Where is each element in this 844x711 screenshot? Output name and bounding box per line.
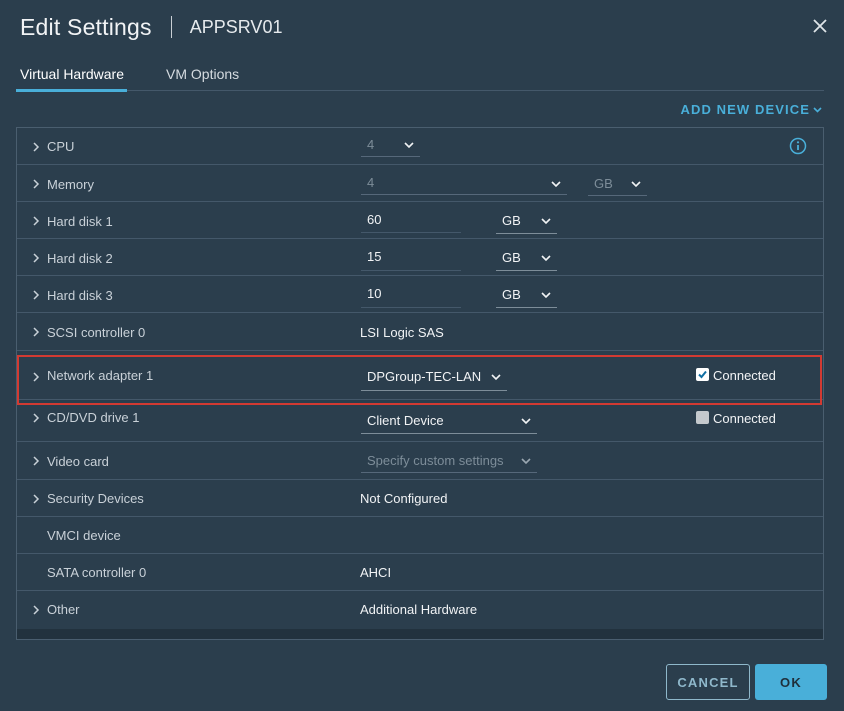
hard-disk-2-unit-select[interactable]: GB xyxy=(496,250,557,271)
hard-disk-1-size-input[interactable]: 60 xyxy=(361,212,461,233)
memory-unit: GB xyxy=(594,176,613,191)
video-card-value: Specify custom settings xyxy=(367,453,504,468)
expand-chevron-icon[interactable] xyxy=(32,494,41,504)
expand-chevron-icon[interactable] xyxy=(32,216,41,226)
hard-disk-2-size: 15 xyxy=(367,249,382,264)
row-network-adapter: Network adapter 1 DPGroup-TEC-LAN Connec… xyxy=(17,351,823,400)
chevron-down-icon xyxy=(491,374,501,381)
cd-dvd-connected-label: Connected xyxy=(713,411,776,426)
dialog-title: Edit Settings xyxy=(20,13,152,40)
expand-chevron-icon[interactable] xyxy=(32,290,41,300)
video-card-select[interactable]: Specify custom settings xyxy=(361,453,537,473)
row-hard-disk-1: Hard disk 1 60 GB xyxy=(17,202,823,239)
cd-dvd-value: Client Device xyxy=(367,413,444,428)
memory-unit-select[interactable]: GB xyxy=(588,176,647,196)
row-hard-disk-2: Hard disk 2 15 GB xyxy=(17,239,823,276)
cd-dvd-drive-label: CD/DVD drive 1 xyxy=(47,410,140,425)
row-sata-controller: SATA controller 0 AHCI xyxy=(17,554,823,591)
expand-chevron-icon[interactable] xyxy=(32,142,41,152)
security-devices-value: Not Configured xyxy=(360,491,448,506)
expand-chevron-icon[interactable] xyxy=(32,456,41,466)
hard-disk-1-unit-select[interactable]: GB xyxy=(496,213,557,234)
chevron-down-icon xyxy=(541,292,551,299)
hard-disk-3-unit: GB xyxy=(502,287,521,302)
hard-disk-2-unit: GB xyxy=(502,250,521,265)
close-button[interactable] xyxy=(808,14,832,38)
row-scsi-controller: SCSI controller 0 LSI Logic SAS xyxy=(17,313,823,351)
cancel-button[interactable]: CANCEL xyxy=(666,664,750,700)
hard-disk-2-label: Hard disk 2 xyxy=(47,251,113,266)
expand-chevron-icon[interactable] xyxy=(32,372,41,382)
sata-controller-value: AHCI xyxy=(360,565,392,580)
expand-chevron-icon[interactable] xyxy=(32,179,41,189)
network-value: DPGroup-TEC-LAN xyxy=(367,369,482,384)
hard-disk-3-label: Hard disk 3 xyxy=(47,288,113,303)
ok-button[interactable]: OK xyxy=(755,664,827,700)
cpu-value: 4 xyxy=(367,137,375,152)
hardware-grid: CPU 4 Memory 4 GB Hard disk 1 60 GB Hard… xyxy=(16,127,824,640)
grid-footer xyxy=(17,629,823,639)
hard-disk-1-label: Hard disk 1 xyxy=(47,214,113,229)
tab-virtual-hardware[interactable]: Virtual Hardware xyxy=(15,66,128,92)
expand-chevron-icon[interactable] xyxy=(32,605,41,615)
chevron-down-icon xyxy=(551,181,561,188)
hard-disk-3-size: 10 xyxy=(367,286,382,301)
security-devices-label: Security Devices xyxy=(47,491,144,506)
network-select[interactable]: DPGroup-TEC-LAN xyxy=(361,369,507,391)
vmci-device-label: VMCI device xyxy=(47,528,121,543)
chevron-down-icon xyxy=(404,142,414,149)
add-new-device-label: ADD NEW DEVICE xyxy=(680,102,810,117)
tab-vm-options[interactable]: VM Options xyxy=(166,66,239,82)
scsi-controller-label: SCSI controller 0 xyxy=(47,325,146,340)
chevron-down-icon xyxy=(521,458,531,465)
chevron-down-icon xyxy=(541,218,551,225)
video-card-label: Video card xyxy=(47,454,109,469)
cd-dvd-select[interactable]: Client Device xyxy=(361,413,537,434)
hard-disk-3-size-input[interactable]: 10 xyxy=(361,286,461,308)
chevron-down-icon xyxy=(813,106,822,113)
dialog-header: Edit Settings APPSRV01 xyxy=(20,12,282,42)
expand-chevron-icon[interactable] xyxy=(32,327,41,337)
row-video-card: Video card Specify custom settings xyxy=(17,442,823,480)
memory-select[interactable]: 4 xyxy=(361,175,567,195)
expand-chevron-icon[interactable] xyxy=(32,413,41,423)
row-cpu: CPU 4 xyxy=(17,128,823,165)
row-security-devices: Security Devices Not Configured xyxy=(17,480,823,517)
chevron-down-icon xyxy=(541,255,551,262)
hard-disk-2-size-input[interactable]: 15 xyxy=(361,249,461,271)
scsi-controller-value: LSI Logic SAS xyxy=(360,325,444,340)
title-divider xyxy=(170,16,172,38)
network-connected-checkbox[interactable] xyxy=(696,368,709,381)
other-value: Additional Hardware xyxy=(360,602,478,617)
other-label: Other xyxy=(47,602,80,617)
hard-disk-3-unit-select[interactable]: GB xyxy=(496,287,557,308)
network-connected-label: Connected xyxy=(713,368,776,383)
network-adapter-label: Network adapter 1 xyxy=(47,368,154,383)
chevron-down-icon xyxy=(521,418,531,425)
row-memory: Memory 4 GB xyxy=(17,165,823,202)
cpu-select[interactable]: 4 xyxy=(361,137,420,157)
cpu-label: CPU xyxy=(47,139,75,154)
expand-chevron-icon[interactable] xyxy=(32,253,41,263)
checkmark-icon xyxy=(698,370,707,379)
chevron-down-icon xyxy=(631,181,641,188)
row-vmci-device: VMCI device xyxy=(17,517,823,554)
vm-name: APPSRV01 xyxy=(189,16,283,37)
memory-label: Memory xyxy=(47,177,94,192)
close-icon xyxy=(813,19,827,33)
sata-controller-label: SATA controller 0 xyxy=(47,565,147,580)
hard-disk-1-size: 60 xyxy=(367,212,382,227)
row-other: Other Additional Hardware xyxy=(17,591,823,628)
tab-bar: Virtual Hardware VM Options xyxy=(15,60,824,92)
info-icon[interactable] xyxy=(789,137,807,155)
add-new-device-button[interactable]: ADD NEW DEVICE xyxy=(680,102,822,117)
memory-value: 4 xyxy=(367,175,375,190)
hard-disk-1-unit: GB xyxy=(502,213,521,228)
row-cd-dvd-drive: CD/DVD drive 1 Client Device Connected xyxy=(17,400,823,442)
cd-dvd-connected-checkbox[interactable] xyxy=(696,411,709,424)
row-hard-disk-3: Hard disk 3 10 GB xyxy=(17,276,823,313)
